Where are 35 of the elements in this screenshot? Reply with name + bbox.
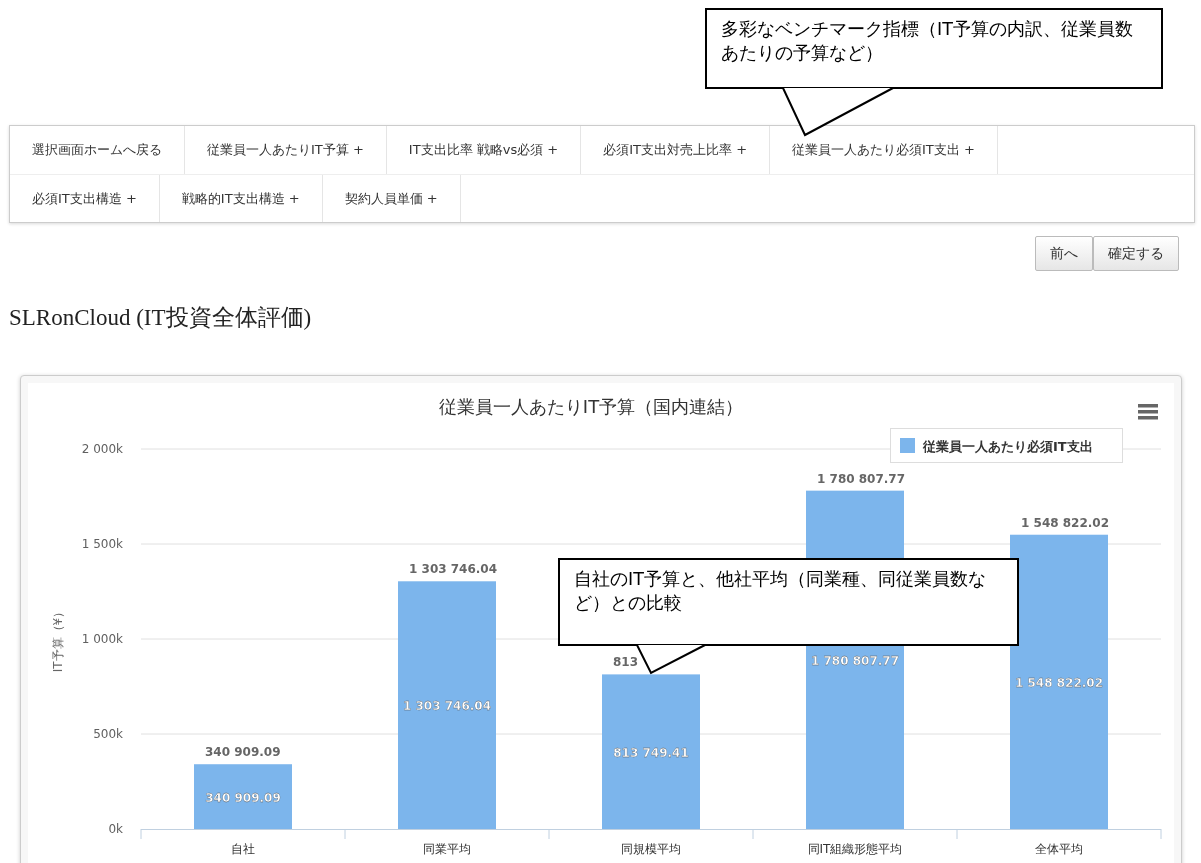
category-label: 同規模平均 bbox=[621, 842, 681, 856]
data-label: 1 548 822.02 bbox=[1014, 675, 1104, 690]
nav-link[interactable]: IT支出比率 戦略vs必須 + bbox=[386, 126, 582, 174]
data-label: 340 909.09 bbox=[205, 790, 281, 805]
axis-tick-label: 0k bbox=[108, 822, 123, 836]
category-label: 自社 bbox=[231, 842, 255, 856]
axis-tick-label: 1 500k bbox=[81, 537, 123, 551]
nav-link[interactable]: 契約人員単価 + bbox=[322, 175, 461, 222]
nav-link[interactable]: 必須IT支出構造 + bbox=[10, 175, 160, 222]
category-label: 同IT組織形態平均 bbox=[807, 842, 903, 856]
axis-tick-label: 1 000k bbox=[81, 632, 123, 646]
nav-button[interactable]: 確定する bbox=[1093, 236, 1179, 271]
data-label: 1 780 807.77 bbox=[810, 653, 900, 668]
nav-link[interactable]: 選択画面ホームへ戻る bbox=[10, 126, 185, 174]
data-label: 340 909.09 bbox=[205, 745, 281, 760]
data-label: 1 303 746.04 bbox=[409, 562, 498, 577]
chart-title: 従業員一人あたりIT予算（国内連結） bbox=[438, 396, 744, 417]
axis-title: IT予算（¥） bbox=[51, 605, 65, 673]
axis-tick-label: 2 000k bbox=[81, 442, 123, 456]
category-label: 全体平均 bbox=[1035, 842, 1083, 856]
menu-icon bbox=[1138, 404, 1158, 420]
nav-link[interactable]: 戦略的IT支出構造 + bbox=[159, 175, 323, 222]
data-label: 813 749.41 bbox=[613, 745, 689, 760]
nav-link[interactable]: 必須IT支出対売上比率 + bbox=[581, 126, 771, 174]
legend: 従業員一人あたり必須IT支出 bbox=[890, 428, 1123, 463]
data-label: 1 780 807.77 bbox=[817, 471, 906, 486]
nav-link[interactable]: 従業員一人あたりIT予算 + bbox=[185, 126, 387, 174]
legend-label: 従業員一人あたり必須IT支出 bbox=[922, 439, 1093, 454]
nav-button[interactable]: 前へ bbox=[1035, 236, 1093, 271]
page-heading: SLRonCloud (IT投資全体評価) bbox=[9, 304, 312, 332]
data-label: 813 bbox=[613, 655, 639, 670]
category-label: 同業平均 bbox=[423, 842, 471, 856]
data-label: 1 303 746.04 bbox=[402, 699, 492, 714]
data-label: 1 548 822.02 bbox=[1021, 515, 1110, 530]
axis-tick-label: 500k bbox=[93, 727, 123, 741]
